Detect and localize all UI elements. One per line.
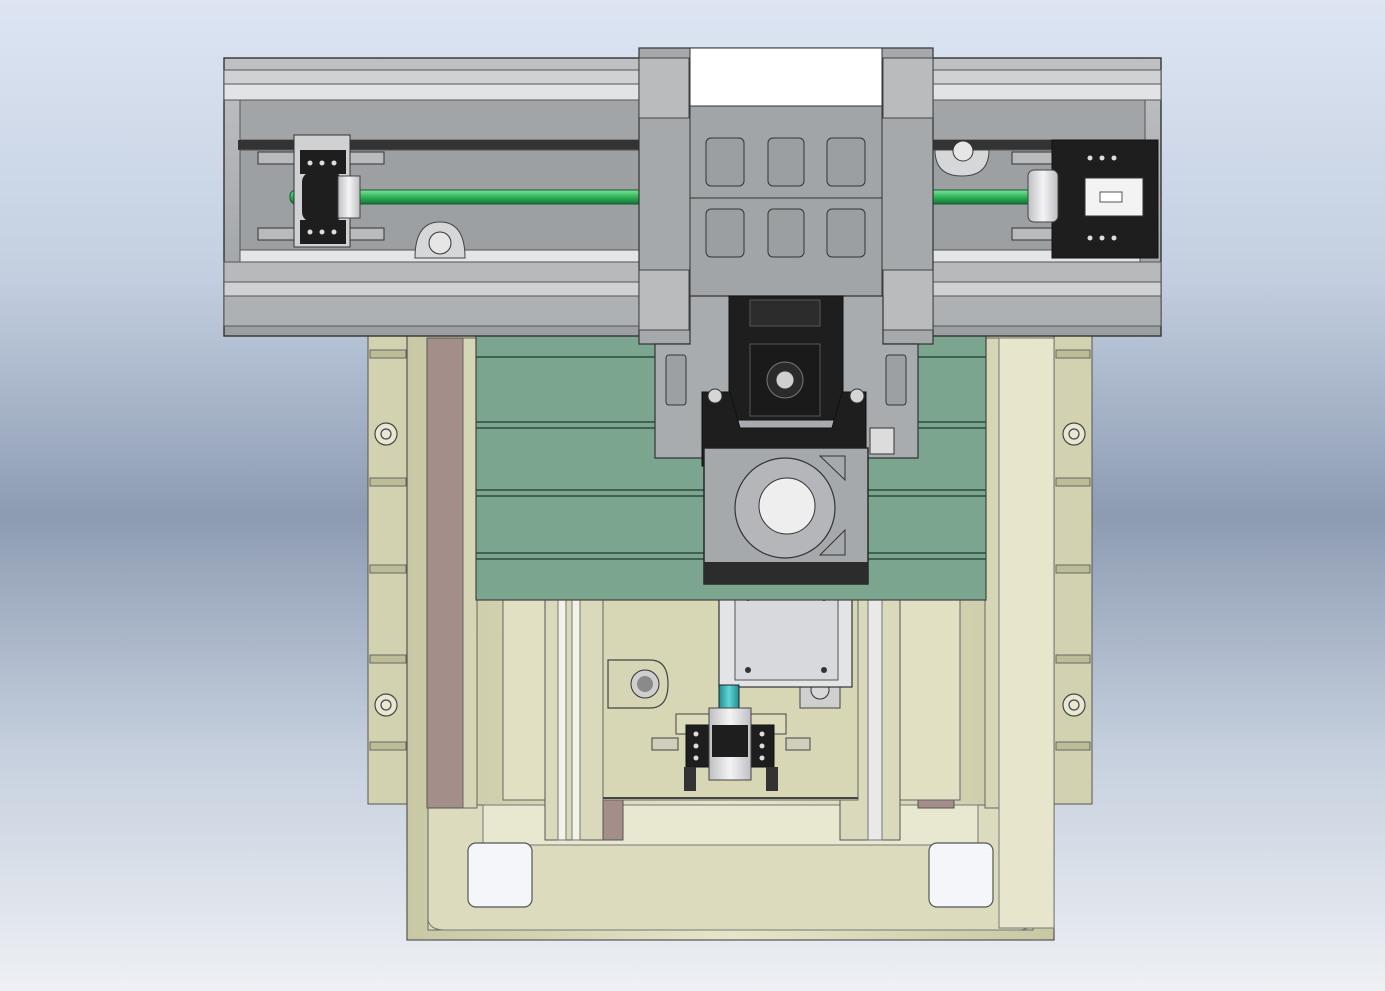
stepper-motor-icon[interactable] <box>728 295 844 421</box>
corner-cutout <box>467 842 533 908</box>
bearing-icon <box>607 659 669 709</box>
stepper-motor-icon[interactable] <box>1011 139 1159 259</box>
y-rail-left <box>426 337 464 809</box>
corner-cutout <box>928 842 994 908</box>
cnc-assembly-drawing[interactable] <box>0 0 1385 991</box>
cad-viewport[interactable] <box>0 0 1385 991</box>
